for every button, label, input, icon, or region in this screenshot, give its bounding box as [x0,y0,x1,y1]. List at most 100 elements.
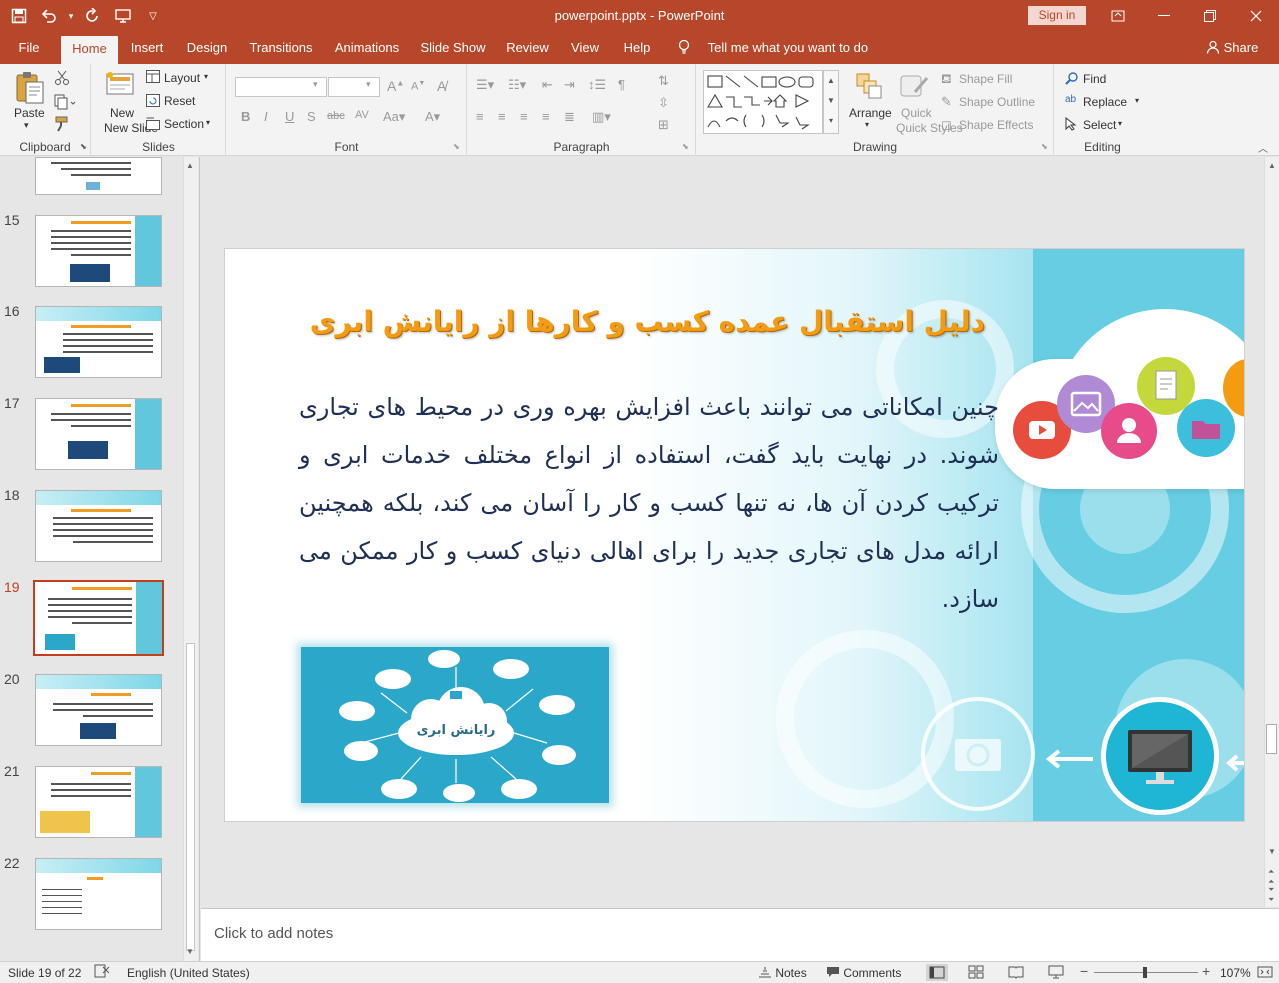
shape-fill-icon[interactable]: ⛾ [941,71,952,89]
replace-label[interactable]: Replace [1083,95,1127,109]
slide-thumbnail-22[interactable] [35,858,162,930]
zoom-slider-thumb[interactable] [1143,967,1147,978]
columns-icon[interactable]: ▥▾ [592,109,611,125]
font-size-dropdown-icon[interactable]: ▾ [366,79,371,90]
collapse-ribbon-icon[interactable]: ︿ [1258,140,1268,155]
text-direction-icon[interactable]: ⇅ [658,73,669,89]
paste-icon[interactable] [14,70,46,109]
previous-slide-icon[interactable]: ⏶ ⏶ [1268,867,1274,887]
layout-dropdown-icon[interactable]: ▾ [204,72,208,81]
align-right-icon[interactable]: ≡ [520,109,528,124]
slide-thumbnail-19[interactable] [33,580,164,656]
character-spacing-icon[interactable]: AV [355,109,369,121]
increase-indent-icon[interactable]: ⇥ [564,77,575,93]
arrange-dropdown-icon[interactable]: ▾ [865,120,869,129]
cloud-computing-image[interactable]: رایانش ابری [301,647,609,803]
reset-label[interactable]: Reset [164,94,195,108]
zoom-level[interactable]: 107% [1220,966,1251,980]
slide-title[interactable]: دلیل استقبال عمده کسب و کارها از رایانش … [285,305,985,338]
increase-font-size-icon[interactable]: A▲ [387,78,404,94]
shape-fill-label[interactable]: Shape Fill [959,72,1012,86]
slide-thumbnail-partial[interactable] [35,157,162,195]
ribbon-display-options-icon[interactable] [1095,2,1141,30]
quick-styles-label[interactable]: Quick [901,106,932,120]
shadow-icon[interactable]: S [307,109,316,124]
find-icon[interactable] [1065,71,1079,88]
slide-thumbnail-15[interactable] [35,215,162,287]
format-painter-icon[interactable] [54,116,70,135]
strikethrough-icon[interactable]: abc [327,110,345,122]
tab-design[interactable]: Design [180,32,234,64]
tab-slide-show[interactable]: Slide Show [416,32,490,64]
next-slide-icon[interactable]: ⏷ ⏷ [1268,885,1274,905]
justify-icon[interactable]: ≡ [542,109,550,124]
close-icon[interactable] [1233,2,1279,30]
normal-view-icon[interactable] [926,964,948,981]
section-dropdown-icon[interactable]: ▾ [206,118,210,127]
slide-show-icon[interactable] [1048,965,1064,982]
thumbnail-scroll-thumb[interactable] [186,643,195,951]
reset-icon[interactable] [146,94,160,110]
arrange-label[interactable]: Arrange [849,106,892,120]
share-button[interactable]: Share [1206,32,1258,64]
paragraph-launcher-icon[interactable]: ⬊ [682,142,689,151]
tab-review[interactable]: Review [500,32,555,64]
convert-smartart-icon[interactable]: ⊞ [658,117,669,133]
paste-label[interactable]: Paste [14,106,45,120]
slide-canvas[interactable]: دلیل استقبال عمده کسب و کارها از رایانش … [224,248,1245,822]
quick-styles-label-2[interactable]: Quick Styles [896,121,963,135]
slide-thumbnail-16[interactable] [35,306,162,378]
font-name-dropdown-icon[interactable]: ▾ [313,79,318,90]
notes-pane[interactable]: Click to add notes [201,908,1279,961]
decrease-indent-icon[interactable]: ⇤ [542,77,553,93]
shapes-gallery-scroll[interactable]: ▲ ▼ ▾ [823,70,839,134]
tab-home[interactable]: Home [61,36,118,64]
center-icon[interactable]: ≡ [498,109,506,124]
shapes-gallery[interactable] [703,70,823,134]
shape-outline-icon[interactable]: ✎ [941,94,952,110]
replace-icon[interactable]: ab [1065,94,1076,105]
quick-styles-icon[interactable] [899,72,929,103]
tab-help[interactable]: Help [615,32,659,64]
section-icon[interactable] [146,117,160,133]
new-slide-label-top[interactable]: New [110,106,134,120]
tell-me-search[interactable]: Tell me what you want to do [678,32,868,64]
layout-icon[interactable] [146,70,160,86]
layout-label[interactable]: Layout [164,71,200,85]
rtl-icon[interactable]: ¶ [618,77,625,92]
reading-view-icon[interactable] [1008,965,1024,982]
slide-body-text[interactable]: چنین امکاناتی می توانند باعث افزایش بهره… [299,383,999,623]
zoom-in-icon[interactable]: + [1202,963,1210,979]
italic-icon[interactable]: I [264,109,268,124]
tab-transitions[interactable]: Transitions [244,32,318,64]
spell-check-icon[interactable] [94,964,110,981]
tab-animations[interactable]: Animations [328,32,406,64]
slide-scroll-up-icon[interactable]: ▲ [1268,161,1276,170]
select-icon[interactable] [1065,116,1077,134]
replace-dropdown-icon[interactable]: ▾ [1135,96,1139,105]
language-status[interactable]: English (United States) [127,966,250,980]
line-spacing-icon[interactable]: ↕☰ [588,77,606,93]
scroll-down-icon[interactable]: ▼ [186,947,194,956]
font-launcher-icon[interactable]: ⬊ [453,142,460,151]
cut-icon[interactable] [54,70,70,89]
select-label[interactable]: Select [1083,118,1116,132]
font-color-icon[interactable]: A▾ [425,109,440,125]
restore-icon[interactable] [1187,2,1233,30]
shape-effects-label[interactable]: Shape Effects [959,118,1034,132]
slide-thumbnail-17[interactable] [35,398,162,470]
slide-scroll-thumb[interactable] [1266,724,1277,754]
align-text-icon[interactable]: ⇳ [658,95,669,111]
align-left-icon[interactable]: ≡ [476,109,484,124]
tab-view[interactable]: View [565,32,605,64]
clipboard-launcher-icon[interactable]: ⬊ [80,142,87,151]
font-size-box[interactable] [328,77,380,97]
fit-slide-icon[interactable] [1257,964,1273,983]
shape-outline-label[interactable]: Shape Outline [959,95,1035,109]
find-label[interactable]: Find [1083,72,1106,86]
paste-dropdown-icon[interactable]: ▾ [24,120,29,131]
slide-vertical-scrollbar[interactable]: ▲ ▼ ⏶ ⏶ ⏷ ⏷ [1264,157,1279,907]
slide-thumbnail-21[interactable] [35,766,162,838]
underline-icon[interactable]: U [285,109,294,124]
distributed-icon[interactable]: ≣ [564,109,575,125]
